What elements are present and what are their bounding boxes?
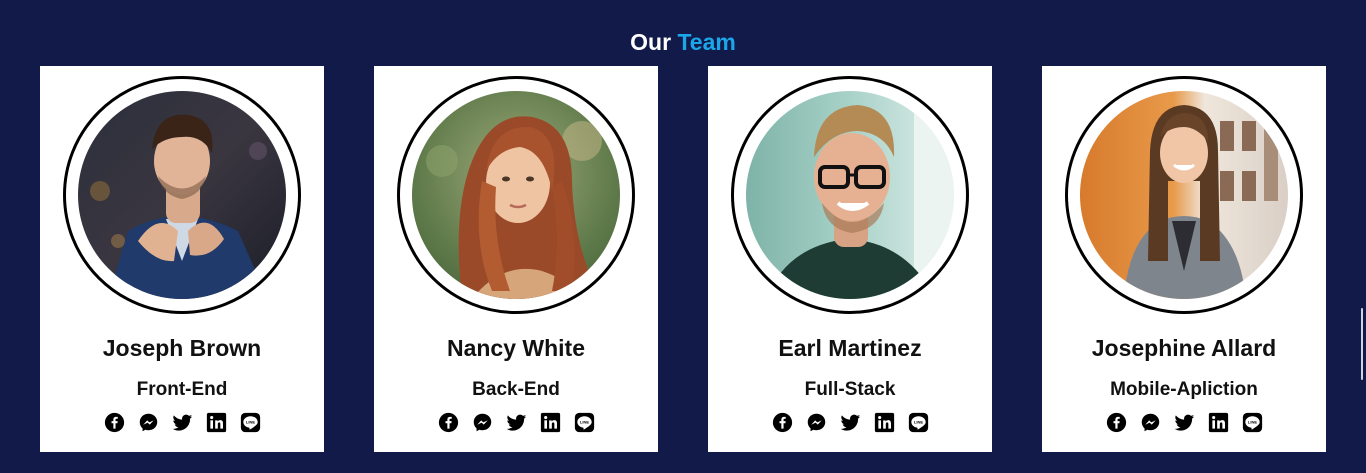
avatar-frame	[397, 76, 635, 314]
linkedin-icon[interactable]	[874, 412, 895, 433]
woman-with-auburn-hair-photo	[412, 91, 620, 299]
messenger-icon[interactable]	[806, 412, 827, 433]
smiling-woman-in-grey-coat-photo	[1080, 91, 1288, 299]
section-title-prefix: Our	[630, 29, 672, 55]
line-icon[interactable]: LINE	[574, 412, 595, 433]
member-role: Back-End	[472, 379, 560, 400]
twitter-icon[interactable]	[506, 412, 527, 433]
man-in-navy-suit-photo	[78, 91, 286, 299]
team-card: Earl Martinez Full-Stack LINE	[708, 66, 992, 452]
smiling-man-with-glasses-photo	[746, 91, 954, 299]
avatar	[746, 91, 954, 299]
twitter-icon[interactable]	[1174, 412, 1195, 433]
member-name: Josephine Allard	[1091, 335, 1277, 361]
messenger-icon[interactable]	[1140, 412, 1161, 433]
section-title: Our Team	[0, 28, 1366, 56]
section-title-accent: Team	[677, 29, 736, 55]
social-links: LINE	[40, 412, 324, 434]
messenger-icon[interactable]	[138, 412, 159, 433]
avatar	[78, 91, 286, 299]
member-role: Front-End	[136, 379, 228, 400]
avatar	[1080, 91, 1288, 299]
team-cards: Joseph Brown Front-End LINE Nancy White …	[40, 66, 1326, 452]
social-links: LINE	[708, 412, 992, 434]
team-card: Josephine Allard Mobile-Apliction LINE	[1042, 66, 1326, 452]
line-icon[interactable]: LINE	[908, 412, 929, 433]
avatar	[412, 91, 620, 299]
member-name: Earl Martinez	[778, 335, 922, 361]
team-section: Our Team Joseph Brown Front-End LINE Nan…	[0, 0, 1366, 473]
member-role: Full-Stack	[804, 379, 896, 400]
messenger-icon[interactable]	[472, 412, 493, 433]
member-name: Nancy White	[446, 335, 586, 361]
facebook-icon[interactable]	[104, 412, 125, 433]
twitter-icon[interactable]	[172, 412, 193, 433]
team-card: Joseph Brown Front-End LINE	[40, 66, 324, 452]
svg-text:LINE: LINE	[579, 420, 588, 425]
line-icon[interactable]: LINE	[240, 412, 261, 433]
facebook-icon[interactable]	[772, 412, 793, 433]
avatar-frame	[1065, 76, 1303, 314]
social-links: LINE	[1042, 412, 1326, 434]
line-icon[interactable]: LINE	[1242, 412, 1263, 433]
facebook-icon[interactable]	[438, 412, 459, 433]
page-scrollbar[interactable]	[1361, 308, 1363, 380]
facebook-icon[interactable]	[1106, 412, 1127, 433]
twitter-icon[interactable]	[840, 412, 861, 433]
svg-text:LINE: LINE	[1247, 420, 1256, 425]
linkedin-icon[interactable]	[1208, 412, 1229, 433]
svg-text:LINE: LINE	[245, 420, 254, 425]
social-links: LINE	[374, 412, 658, 434]
linkedin-icon[interactable]	[540, 412, 561, 433]
member-role: Mobile-Apliction	[1110, 379, 1258, 400]
linkedin-icon[interactable]	[206, 412, 227, 433]
team-card: Nancy White Back-End LINE	[374, 66, 658, 452]
avatar-frame	[731, 76, 969, 314]
svg-text:LINE: LINE	[913, 420, 922, 425]
member-name: Joseph Brown	[102, 335, 262, 361]
avatar-frame	[63, 76, 301, 314]
